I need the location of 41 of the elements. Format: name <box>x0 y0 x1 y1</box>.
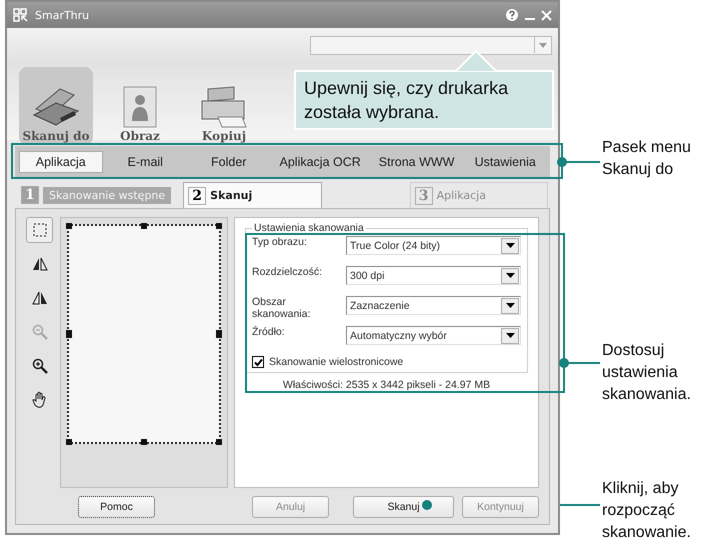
field-label: Typ obrazu: <box>252 236 308 248</box>
callout-text: Kliknij, aby rozpocząć skanowanie. <box>602 479 692 543</box>
group-title: Ustawienia skanowania <box>253 222 365 234</box>
field-label: Obszar skanowania: <box>252 296 312 320</box>
step-tab[interactable]: 2 Skanuj <box>183 182 322 208</box>
selection-tool-icon[interactable] <box>26 217 53 243</box>
caret-icon[interactable] <box>501 298 519 314</box>
caret-icon[interactable] <box>501 328 519 344</box>
callout-text: Pasek menu Skanuj do <box>602 138 692 180</box>
dialog-button[interactable]: Skanuj <box>353 496 454 518</box>
toolbar-button[interactable]: Skanuj do <box>19 67 93 145</box>
scan-selection-frame[interactable] <box>67 224 221 444</box>
menu-tab[interactable]: Ustawienia <box>464 152 546 172</box>
close-icon[interactable] <box>541 10 552 20</box>
person-document-icon <box>122 85 158 129</box>
callout-dot <box>557 157 567 167</box>
menu-tab[interactable]: Aplikacja <box>19 151 102 173</box>
help-icon[interactable] <box>505 8 519 22</box>
dialog-button[interactable]: Pomoc <box>78 496 156 518</box>
caret-icon[interactable] <box>501 268 519 284</box>
toolbar-button[interactable]: Kopiuj <box>187 67 261 145</box>
checkbox-label: Skanowanie wielostronicowe <box>269 356 404 368</box>
menu-tab[interactable]: E-mail <box>104 152 186 172</box>
dropdown[interactable]: True Color (24 bity) <box>346 236 521 255</box>
properties-text: Właściwości: 2535 x 3442 pikseli - 24.97 MB <box>282 379 492 391</box>
field-label: Rozdzielczość: <box>252 266 324 278</box>
menu-tab[interactable]: Folder <box>188 152 270 172</box>
window-title: SmarThru <box>35 8 90 22</box>
dropdown[interactable]: Automatyczny wybór <box>346 326 521 345</box>
tooltip-pointer <box>454 50 498 72</box>
checkbox[interactable] <box>252 356 264 368</box>
caret-icon[interactable] <box>501 238 519 254</box>
toolbar-button[interactable]: Obraz <box>103 67 177 145</box>
callout-text: Dostosuj ustawienia skanowania. <box>602 341 692 405</box>
dropdown[interactable]: 300 dpi <box>346 266 521 285</box>
dropdown[interactable]: Zaznaczenie <box>346 296 521 315</box>
callout-dot <box>559 358 569 368</box>
field-label: Źródło: <box>252 326 286 338</box>
app-logo-icon <box>13 8 29 22</box>
menu-tab[interactable]: Aplikacja OCR <box>272 152 369 172</box>
menu-tab[interactable]: Strona WWW <box>370 152 462 172</box>
